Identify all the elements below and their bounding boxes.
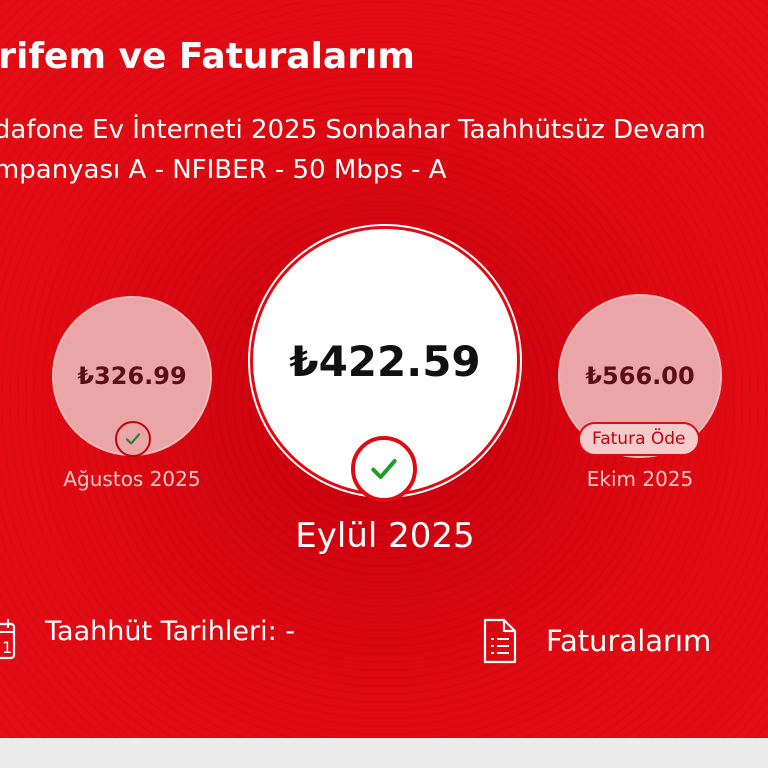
bill-amount-september: ₺422.59: [289, 336, 481, 386]
check-icon: [125, 433, 141, 445]
month-label-september: Eylül 2025: [295, 516, 475, 556]
month-label-october: Ekim 2025: [586, 467, 694, 491]
page-title: arifem ve Faturalarım: [0, 36, 415, 77]
tariff-card: arifem ve Faturalarım odafone Ev İnterne…: [0, 0, 768, 738]
svg-text:1: 1: [2, 638, 12, 657]
bill-amount-october: ₺566.00: [585, 362, 695, 390]
paid-check-august: [115, 421, 151, 457]
commitment-dates-link[interactable]: Taahhüt Tarihleri: -: [45, 616, 295, 647]
document-icon[interactable]: [482, 617, 518, 669]
tariff-name: odafone Ev İnterneti 2025 Sonbahar Taahh…: [0, 115, 706, 185]
check-icon: [371, 459, 397, 479]
calendar-icon[interactable]: 1: [0, 618, 20, 666]
paid-check-september: [351, 436, 417, 502]
month-label-august: Ağustos 2025: [63, 467, 201, 491]
my-invoices-link[interactable]: Faturalarım: [546, 624, 711, 658]
pay-bill-button[interactable]: Fatura Öde: [578, 422, 700, 456]
bill-amount-august: ₺326.99: [77, 362, 187, 390]
